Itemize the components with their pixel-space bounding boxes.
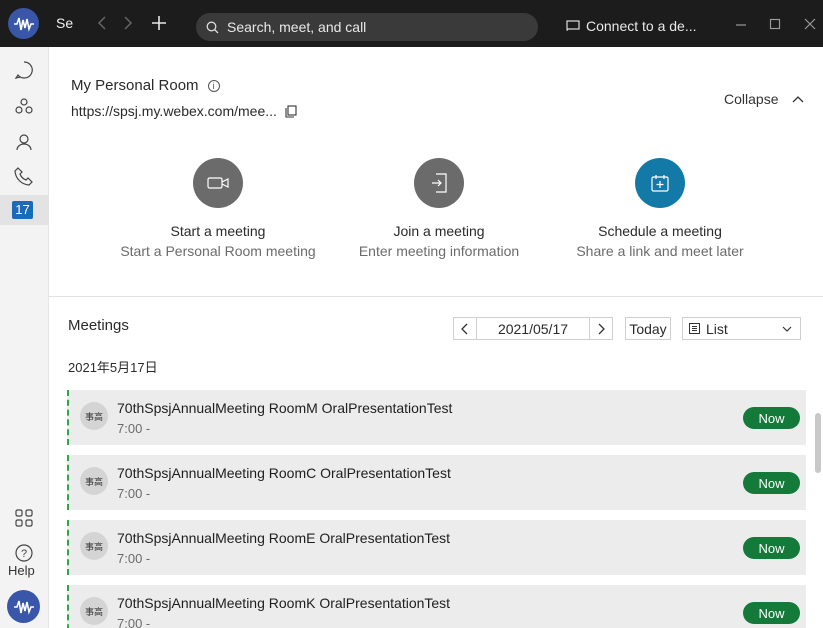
search-icon (206, 21, 219, 33)
maximize-icon[interactable] (763, 12, 787, 36)
meeting-time: 7:00 - (117, 616, 151, 628)
meeting-time: 7:00 - (117, 486, 151, 501)
date-field[interactable]: 2021/05/17 (477, 317, 589, 340)
search-input[interactable]: Search, meet, and call (196, 13, 538, 41)
chevron-right-icon (598, 323, 605, 334)
status-badge[interactable]: Now (743, 537, 800, 559)
cast-icon (566, 20, 580, 32)
chevron-up-icon (793, 96, 804, 103)
messaging-icon[interactable] (12, 58, 36, 82)
apps-grid-icon[interactable] (12, 506, 36, 530)
back-arrow-icon[interactable] (92, 12, 112, 34)
collapse-button[interactable]: Collapse (724, 91, 804, 107)
video-camera-icon[interactable] (193, 158, 243, 208)
avatar: 事高 (80, 467, 108, 495)
help-label[interactable]: Help (8, 563, 35, 578)
list-icon (689, 323, 700, 334)
join-meeting-title: Join a meeting (393, 223, 485, 239)
webex-logo[interactable] (8, 8, 39, 39)
schedule-meeting-title: Schedule a meeting (598, 223, 722, 239)
previous-day-button[interactable] (453, 317, 477, 340)
info-icon[interactable]: i (207, 79, 220, 92)
scrollbar[interactable] (815, 413, 821, 473)
left-rail: 17 ? Help (0, 47, 49, 628)
avatar[interactable] (7, 590, 40, 623)
help-icon[interactable]: ? (12, 541, 36, 565)
meeting-title: 70thSpsjAnnualMeeting RoomE OralPresenta… (117, 530, 451, 546)
schedule-meeting-subtitle: Share a link and meet later (576, 243, 744, 259)
calendar-icon[interactable]: 17 (12, 201, 33, 219)
collapse-label: Collapse (724, 91, 779, 107)
room-title-row: My Personal Room i (71, 77, 220, 94)
avatar: 事高 (80, 532, 108, 560)
new-plus-icon[interactable] (148, 12, 170, 34)
meetings-heading: Meetings (68, 317, 129, 334)
date-heading: 2021年5月17日 (68, 360, 158, 375)
join-meeting-subtitle: Enter meeting information (358, 243, 520, 259)
join-door-icon[interactable] (414, 158, 464, 208)
avatar: 事高 (80, 402, 108, 430)
status-badge[interactable]: Now (743, 407, 800, 429)
contacts-icon[interactable] (12, 130, 36, 154)
list-item[interactable]: 事高 70thSpsjAnnualMeeting RoomC OralPrese… (67, 455, 806, 510)
list-item[interactable]: 事高 70thSpsjAnnualMeeting RoomE OralPrese… (67, 520, 806, 575)
personal-room-panel: My Personal Room i https://spsj.my.webex… (49, 47, 823, 297)
calling-icon[interactable] (12, 164, 36, 188)
meeting-title: 70thSpsjAnnualMeeting RoomM OralPresenta… (117, 400, 453, 416)
status-badge[interactable]: Now (743, 472, 800, 494)
list-item[interactable]: 事高 70thSpsjAnnualMeeting RoomK OralPrese… (67, 585, 806, 628)
start-meeting-title: Start a meeting (170, 223, 266, 239)
avatar: 事高 (80, 597, 108, 625)
view-select[interactable]: List (682, 317, 801, 340)
list-item[interactable]: 事高 70thSpsjAnnualMeeting RoomM OralPrese… (67, 390, 806, 445)
connect-device-label: Connect to a de... (586, 18, 697, 34)
view-select-value: List (706, 320, 728, 337)
join-meeting-action[interactable]: Join a meeting Enter meeting information (334, 158, 544, 259)
calendar-add-icon[interactable] (635, 158, 685, 208)
connect-device-button[interactable]: Connect to a de... (566, 14, 697, 38)
title-bar: Se Search, meet, and call Connect to a d… (0, 0, 823, 47)
next-day-button[interactable] (589, 317, 613, 340)
today-button[interactable]: Today (625, 317, 671, 340)
start-meeting-subtitle: Start a Personal Room meeting (120, 243, 316, 259)
start-meeting-action[interactable]: Start a meeting Start a Personal Room me… (113, 158, 323, 259)
teams-icon[interactable] (12, 94, 36, 118)
meeting-time: 7:00 - (117, 551, 151, 566)
room-url-row: https://spsj.my.webex.com/mee... (71, 103, 297, 119)
forward-arrow-icon[interactable] (118, 12, 138, 34)
page-title: My Personal Room (71, 77, 199, 94)
tab-label[interactable]: Se (56, 15, 73, 31)
chevron-left-icon (461, 323, 468, 334)
svg-text:?: ? (21, 548, 27, 560)
copy-icon[interactable] (285, 104, 297, 118)
status-badge[interactable]: Now (743, 602, 800, 624)
minimize-icon[interactable] (729, 12, 753, 36)
meeting-title: 70thSpsjAnnualMeeting RoomC OralPresenta… (117, 465, 451, 481)
date-navigator: 2021/05/17 (453, 317, 613, 340)
close-icon[interactable] (798, 12, 822, 36)
room-url[interactable]: https://spsj.my.webex.com/mee... (71, 103, 277, 119)
meeting-title: 70thSpsjAnnualMeeting RoomK OralPresenta… (117, 595, 451, 611)
search-placeholder: Search, meet, and call (227, 19, 367, 35)
chevron-down-icon (782, 326, 792, 332)
meeting-time: 7:00 - (117, 421, 151, 436)
schedule-meeting-action[interactable]: Schedule a meeting Share a link and meet… (555, 158, 765, 259)
